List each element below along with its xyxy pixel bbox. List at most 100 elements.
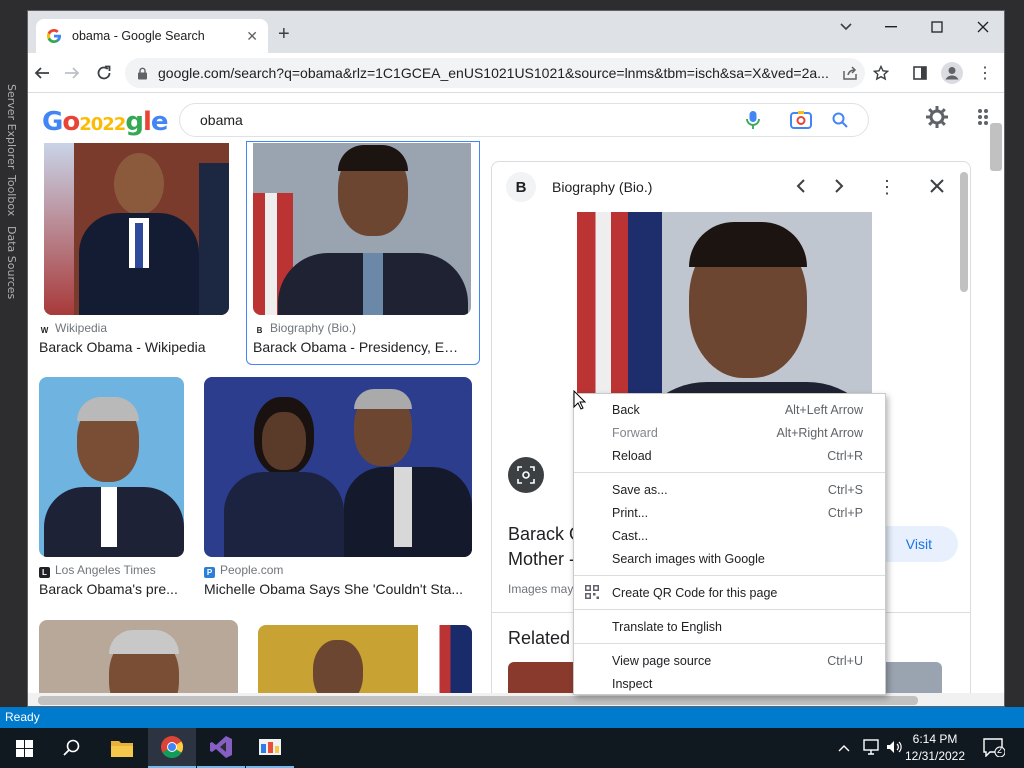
lock-icon[interactable] xyxy=(137,67,148,80)
menu-item-back[interactable]: Back Alt+Left Arrow xyxy=(574,398,885,421)
biography-favicon-icon: B xyxy=(254,325,265,336)
menu-separator xyxy=(574,472,885,473)
settings-gear-icon[interactable] xyxy=(925,105,949,132)
panel-title-line1: Barack O xyxy=(508,524,584,544)
panel-result-title[interactable]: Barack O Mother - xyxy=(508,522,583,572)
panel-title-line2: Mother - xyxy=(508,549,576,569)
show-hidden-icons-icon[interactable] xyxy=(838,740,850,755)
vs-title-strip xyxy=(0,0,1024,10)
qr-code-icon xyxy=(585,585,599,599)
menu-shortcut: Ctrl+S xyxy=(827,482,863,497)
source-badge: B xyxy=(506,172,536,202)
related-heading: Related xyxy=(508,628,571,648)
menu-separator xyxy=(574,643,885,644)
start-windows-icon[interactable] xyxy=(0,728,48,768)
result-source[interactable]: L Los Angeles Times xyxy=(39,563,156,578)
notification-center-icon[interactable]: 2 xyxy=(983,737,1006,760)
latimes-favicon-icon: L xyxy=(39,567,50,578)
menu-item-inspect[interactable]: Inspect xyxy=(574,672,885,695)
result-title[interactable]: Barack Obama's pre... xyxy=(39,581,189,597)
panel-close-icon[interactable] xyxy=(930,178,944,196)
result-title[interactable]: Barack Obama - Presidency, Ed... xyxy=(253,339,463,355)
menu-separator xyxy=(574,575,885,576)
menu-item-view-source[interactable]: View page source Ctrl+U xyxy=(574,649,885,672)
search-icon[interactable] xyxy=(832,112,848,128)
horizontal-scrollbar[interactable] xyxy=(28,693,1004,706)
vs-status-bar: Ready xyxy=(0,707,1024,728)
google-lens-icon[interactable] xyxy=(790,111,812,129)
menu-label: Save as... xyxy=(612,482,668,497)
menu-item-save-as[interactable]: Save as... Ctrl+S xyxy=(574,478,885,501)
page-scrollbar-thumb[interactable] xyxy=(990,123,1002,171)
windows-taskbar: 6:14 PM 12/31/2022 2 xyxy=(0,728,1024,768)
result-image-biography[interactable] xyxy=(253,143,471,315)
tab-obama-search[interactable]: obama - Google Search ✕ xyxy=(36,19,268,53)
back-icon[interactable] xyxy=(28,59,56,87)
maximize-icon[interactable] xyxy=(914,11,960,43)
new-tab-icon[interactable]: + xyxy=(278,23,290,46)
browser-toolbar: google.com/search?q=obama&rlz=1C1GCEA_en… xyxy=(28,53,1004,93)
menu-shortcut: Ctrl+P xyxy=(827,505,863,520)
reload-icon[interactable] xyxy=(90,59,118,87)
network-icon[interactable] xyxy=(862,739,880,758)
menu-separator xyxy=(574,609,885,610)
server-explorer-tab[interactable]: Server Explorer xyxy=(5,84,18,169)
chrome-menu-icon[interactable]: ⋮ xyxy=(971,59,999,87)
chrome-taskbar-icon[interactable] xyxy=(148,728,196,768)
result-image-wikipedia[interactable] xyxy=(44,143,229,315)
result-source[interactable]: B Biography (Bio.) xyxy=(254,321,356,336)
url-text: google.com/search?q=obama&rlz=1C1GCEA_en… xyxy=(158,65,829,81)
panel-scrollbar[interactable] xyxy=(960,172,968,292)
toolbox-tab[interactable]: Toolbox xyxy=(5,175,18,216)
result-source[interactable]: P People.com xyxy=(204,563,283,578)
side-panel-icon[interactable] xyxy=(906,59,934,87)
share-icon[interactable] xyxy=(836,59,864,87)
previous-image-icon[interactable] xyxy=(796,178,806,197)
menu-item-forward[interactable]: Forward Alt+Right Arrow xyxy=(574,421,885,444)
clock-date: 12/31/2022 xyxy=(904,749,966,763)
menu-item-print[interactable]: Print... Ctrl+P xyxy=(574,501,885,524)
menu-item-cast[interactable]: Cast... xyxy=(574,524,885,547)
bookmark-star-icon[interactable] xyxy=(867,59,895,87)
result-image-latimes[interactable] xyxy=(39,377,184,557)
data-sources-tab[interactable]: Data Sources xyxy=(5,226,18,299)
file-explorer-icon[interactable] xyxy=(98,728,146,768)
next-image-icon[interactable] xyxy=(834,178,844,197)
tab-strip: obama - Google Search ✕ + xyxy=(28,11,1004,53)
microphone-icon[interactable] xyxy=(746,110,760,130)
search-box[interactable]: obama xyxy=(179,103,869,137)
result-image-people[interactable] xyxy=(204,377,472,557)
people-favicon-icon: P xyxy=(204,567,215,578)
menu-label: Translate to English xyxy=(612,619,723,634)
menu-item-reload[interactable]: Reload Ctrl+R xyxy=(574,444,885,467)
menu-shortcut: Ctrl+U xyxy=(827,653,863,668)
tab-search-icon[interactable] xyxy=(823,11,869,43)
result-source[interactable]: W Wikipedia xyxy=(39,321,107,336)
menu-label: Create QR Code for this page xyxy=(612,585,778,600)
taskbar-search-icon[interactable] xyxy=(48,728,96,768)
lens-search-icon[interactable] xyxy=(508,457,544,493)
control-panel-icon[interactable] xyxy=(246,728,294,768)
result-title[interactable]: Michelle Obama Says She 'Couldn't Sta... xyxy=(204,581,474,597)
tab-close-icon[interactable]: ✕ xyxy=(246,28,258,45)
menu-item-create-qr[interactable]: Create QR Code for this page xyxy=(574,581,885,604)
taskbar-clock[interactable]: 6:14 PM 12/31/2022 xyxy=(900,731,970,765)
menu-item-search-images[interactable]: Search images with Google xyxy=(574,547,885,570)
close-window-icon[interactable] xyxy=(960,11,1004,43)
context-menu: Back Alt+Left Arrow Forward Alt+Right Arro… xyxy=(573,393,886,695)
minimize-icon[interactable] xyxy=(868,11,914,43)
profile-avatar-icon[interactable] xyxy=(938,59,966,87)
menu-label: Cast... xyxy=(612,528,649,543)
result-title[interactable]: Barack Obama - Wikipedia xyxy=(39,339,229,355)
panel-source-name[interactable]: Biography (Bio.) xyxy=(552,179,796,195)
search-input[interactable]: obama xyxy=(200,112,746,128)
forward-icon[interactable] xyxy=(58,59,86,87)
panel-more-icon[interactable]: ⋮ xyxy=(878,177,896,198)
vs-left-toolstrip: Server Explorer Toolbox Data Sources xyxy=(0,10,27,707)
visit-label: Visit xyxy=(905,536,932,552)
google-doodle-logo[interactable]: Go2022gle xyxy=(42,107,168,137)
address-bar[interactable]: google.com/search?q=obama&rlz=1C1GCEA_en… xyxy=(125,58,865,88)
visual-studio-icon[interactable] xyxy=(197,728,245,768)
google-favicon-icon xyxy=(47,29,61,43)
menu-item-translate[interactable]: Translate to English xyxy=(574,615,885,638)
